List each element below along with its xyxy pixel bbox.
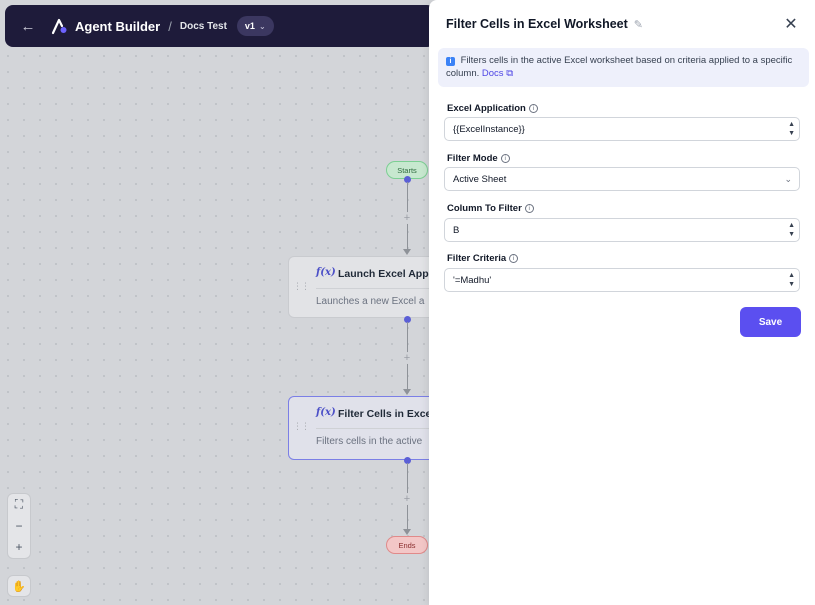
- drag-handle-icon[interactable]: ⋮⋮: [293, 281, 310, 292]
- add-step-icon[interactable]: +: [401, 212, 413, 224]
- field-label-filter-criteria: Filter Criteria i: [447, 253, 519, 264]
- end-node[interactable]: Ends: [386, 536, 428, 554]
- field-label-column-to-filter: Column To Filter i: [447, 203, 534, 214]
- zoom-out-icon[interactable]: −: [9, 517, 29, 535]
- close-icon[interactable]: ✕: [781, 14, 801, 34]
- panel-title: Filter Cells in Excel Worksheet: [446, 17, 628, 31]
- column-to-filter-input[interactable]: B ▲ ▼: [444, 218, 800, 242]
- add-step-icon[interactable]: +: [401, 352, 413, 364]
- drag-handle-icon[interactable]: ⋮⋮: [293, 421, 310, 432]
- help-icon[interactable]: i: [528, 104, 538, 113]
- edge-arrow-icon: [403, 389, 411, 395]
- field-label-filter-mode: Filter Mode i: [447, 153, 510, 164]
- stepper-icon[interactable]: ▲ ▼: [788, 272, 795, 289]
- zoom-controls: ⛶ − +: [7, 493, 31, 559]
- back-arrow-icon[interactable]: ←: [19, 17, 37, 35]
- function-icon: f(x): [316, 267, 336, 278]
- info-icon: i: [446, 57, 455, 66]
- field-label-excel-application: Excel Application i: [447, 103, 538, 114]
- info-banner: i Filters cells in the active Excel work…: [438, 48, 809, 87]
- node-description: Launches a new Excel a: [316, 296, 425, 307]
- chevron-down-icon: ⌄: [784, 174, 792, 184]
- pan-hand-icon[interactable]: ✋: [7, 575, 31, 597]
- edit-pencil-icon[interactable]: ✎: [634, 18, 643, 31]
- edge-arrow-icon: [403, 529, 411, 535]
- node-title: Filter Cells in Excel: [338, 408, 435, 420]
- fit-view-icon[interactable]: ⛶: [9, 496, 29, 514]
- breadcrumb-project[interactable]: Docs Test: [180, 21, 227, 32]
- filter-mode-select[interactable]: Active Sheet ⌄: [444, 167, 800, 191]
- filter-criteria-input[interactable]: '=Madhu' ▲ ▼: [444, 268, 800, 292]
- function-icon: f(x): [316, 407, 336, 418]
- app-name: Agent Builder: [75, 18, 161, 34]
- agent-builder-logo-icon: [51, 18, 67, 35]
- node-filter-cells[interactable]: ⋮⋮ f(x) Filter Cells in Excel Filters ce…: [288, 396, 438, 460]
- node-launch-excel[interactable]: ⋮⋮ f(x) Launch Excel Appl Launches a new…: [288, 256, 438, 318]
- top-bar: ← Agent Builder / Docs Test v1 ⌄: [5, 5, 435, 47]
- zoom-in-icon[interactable]: +: [9, 538, 29, 556]
- help-icon[interactable]: i: [500, 154, 510, 163]
- chevron-down-icon: ⌄: [258, 21, 266, 31]
- stepper-icon[interactable]: ▲ ▼: [788, 121, 795, 138]
- version-dropdown[interactable]: v1 ⌄: [236, 16, 274, 36]
- node-title: Launch Excel Appl: [338, 268, 432, 280]
- save-button[interactable]: Save: [740, 307, 801, 337]
- docs-link[interactable]: Docs ⧉: [482, 68, 513, 79]
- edge-arrow-icon: [403, 249, 411, 255]
- help-icon[interactable]: i: [509, 254, 519, 263]
- help-icon[interactable]: i: [524, 204, 534, 213]
- add-step-icon[interactable]: +: [401, 493, 413, 505]
- breadcrumb-separator: /: [168, 18, 172, 34]
- properties-panel: Filter Cells in Excel Worksheet ✎ ✕ i Fi…: [429, 0, 815, 605]
- panel-title-row: Filter Cells in Excel Worksheet ✎: [446, 17, 643, 31]
- node-description: Filters cells in the active: [316, 436, 423, 447]
- node-divider: [316, 428, 437, 429]
- version-label: v1: [244, 21, 255, 31]
- stepper-icon[interactable]: ▲ ▼: [788, 222, 795, 239]
- excel-application-input[interactable]: {{ExcelInstance}} ▲ ▼: [444, 117, 800, 141]
- node-divider: [316, 288, 437, 289]
